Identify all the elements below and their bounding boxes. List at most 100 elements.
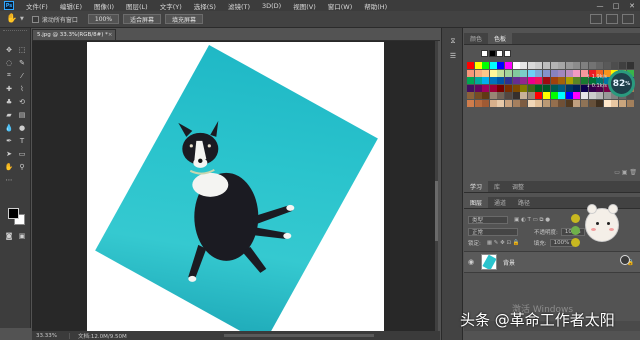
clone-stamp-tool-icon[interactable]: ♣ <box>3 96 15 107</box>
filter-icons[interactable]: ▣ ◐ T ▭ ⧉ ● <box>514 217 550 224</box>
lock-icons[interactable]: ▦ ✎ ✥ ⊡ 🔒 <box>487 240 520 246</box>
swatch[interactable] <box>467 84 474 92</box>
scroll-all-windows-checkbox[interactable] <box>31 15 39 23</box>
swatch[interactable] <box>467 77 474 85</box>
swatch[interactable] <box>558 84 566 92</box>
quick-select-tool-icon[interactable]: ✎ <box>16 57 28 68</box>
swatch[interactable] <box>596 100 604 107</box>
swatch[interactable] <box>535 62 543 69</box>
swatch[interactable] <box>581 62 588 69</box>
swatch[interactable] <box>482 77 490 85</box>
swatch[interactable] <box>565 84 573 92</box>
swatch[interactable] <box>573 92 581 100</box>
screen-mode-icon[interactable]: ▣ <box>16 230 28 241</box>
zoom-readout[interactable]: 33.33% <box>32 332 70 339</box>
eyedropper-tool-icon[interactable]: ⁄ <box>16 70 28 81</box>
mascot-button-yellow-2[interactable] <box>571 238 580 247</box>
swatch[interactable] <box>550 77 558 85</box>
tab-libraries[interactable]: 库 <box>488 181 506 192</box>
swatch[interactable] <box>527 84 535 92</box>
swatch[interactable] <box>535 92 543 100</box>
swatch-recent[interactable] <box>488 50 496 57</box>
swatch[interactable] <box>543 62 550 69</box>
swatch[interactable] <box>512 62 520 69</box>
type-tool-icon[interactable]: T <box>16 135 28 146</box>
menu-3d[interactable]: 3D(D) <box>256 2 287 10</box>
swatch[interactable] <box>482 92 490 100</box>
swatch[interactable] <box>588 100 596 107</box>
tab-color[interactable]: 颜色 <box>464 33 488 44</box>
mascot-button-yellow[interactable] <box>571 214 580 223</box>
swatch[interactable] <box>588 62 596 69</box>
menu-help[interactable]: 帮助(H) <box>358 1 393 11</box>
swatch[interactable] <box>505 62 512 69</box>
hand-tool-icon[interactable]: ✋ <box>3 161 15 172</box>
swatch[interactable] <box>474 69 482 77</box>
swatch[interactable] <box>489 77 497 85</box>
swatch[interactable] <box>527 69 535 77</box>
swatch[interactable] <box>565 92 573 100</box>
swatch[interactable] <box>558 69 566 77</box>
swatch[interactable] <box>573 62 581 69</box>
swatch[interactable] <box>550 100 558 107</box>
swatch[interactable] <box>611 100 619 107</box>
properties-panel-icon[interactable]: ☰ <box>447 50 459 61</box>
swatch[interactable] <box>550 92 558 100</box>
swatch[interactable] <box>474 62 482 69</box>
swatch[interactable] <box>558 100 566 107</box>
vertical-scrollbar[interactable] <box>435 41 438 331</box>
swatch[interactable] <box>520 62 528 69</box>
swatch[interactable] <box>619 100 626 107</box>
swatch[interactable] <box>467 69 474 77</box>
swatch[interactable] <box>505 77 512 85</box>
swatch[interactable] <box>573 100 581 107</box>
swatch-recent[interactable] <box>496 50 504 57</box>
swatch[interactable] <box>535 100 543 107</box>
crop-tool-icon[interactable]: ⌗ <box>3 70 15 81</box>
swatch[interactable] <box>535 69 543 77</box>
history-panel-icon[interactable]: ⧖ <box>447 36 459 47</box>
swatch[interactable] <box>543 69 550 77</box>
swatch[interactable] <box>505 100 512 107</box>
swatch-recent[interactable] <box>481 50 488 57</box>
shape-tool-icon[interactable]: ▭ <box>16 148 28 159</box>
swatch[interactable] <box>474 84 482 92</box>
swatch[interactable] <box>543 92 550 100</box>
fit-screen-button[interactable]: 适合屏幕 <box>123 14 162 24</box>
swatch[interactable] <box>512 92 520 100</box>
swatch[interactable] <box>489 69 497 77</box>
swatch[interactable] <box>596 62 604 69</box>
swatch[interactable] <box>512 100 520 107</box>
swatch[interactable] <box>550 84 558 92</box>
vertical-scroll-thumb[interactable] <box>435 181 438 241</box>
swatch[interactable] <box>489 92 497 100</box>
close-tab-icon[interactable]: × <box>108 32 113 38</box>
swatch[interactable] <box>497 69 505 77</box>
swatch[interactable] <box>527 92 535 100</box>
swatch[interactable] <box>474 100 482 107</box>
menu-image[interactable]: 图像(I) <box>88 1 120 11</box>
swatch[interactable] <box>520 77 528 85</box>
swatch[interactable] <box>474 77 482 85</box>
swatch[interactable] <box>482 84 490 92</box>
maximize-button[interactable]: □ <box>608 2 624 10</box>
swatch[interactable] <box>611 62 619 69</box>
gradient-tool-icon[interactable]: ▤ <box>16 109 28 120</box>
swatch[interactable] <box>467 100 474 107</box>
swatch-panel-actions-icon[interactable]: ▭ ▣ 🗑 <box>614 169 637 176</box>
fill-input[interactable]: 100% <box>549 239 574 247</box>
workspace-icon[interactable] <box>606 14 618 24</box>
tab-learn[interactable]: 学习 <box>464 181 489 192</box>
swatch[interactable] <box>596 92 604 100</box>
tab-channels[interactable]: 通道 <box>488 197 512 208</box>
swatch[interactable] <box>520 100 528 107</box>
swatch[interactable] <box>535 77 543 85</box>
menu-type[interactable]: 文字(Y) <box>154 1 188 11</box>
swatch[interactable] <box>619 62 626 69</box>
swatch[interactable] <box>512 84 520 92</box>
healing-brush-tool-icon[interactable]: ✚ <box>3 83 15 94</box>
swatch[interactable] <box>543 77 550 85</box>
kind-filter-select[interactable]: 类型 <box>468 216 508 224</box>
tab-layers[interactable]: 图层 <box>464 197 489 208</box>
menu-layer[interactable]: 图层(L) <box>120 1 154 11</box>
